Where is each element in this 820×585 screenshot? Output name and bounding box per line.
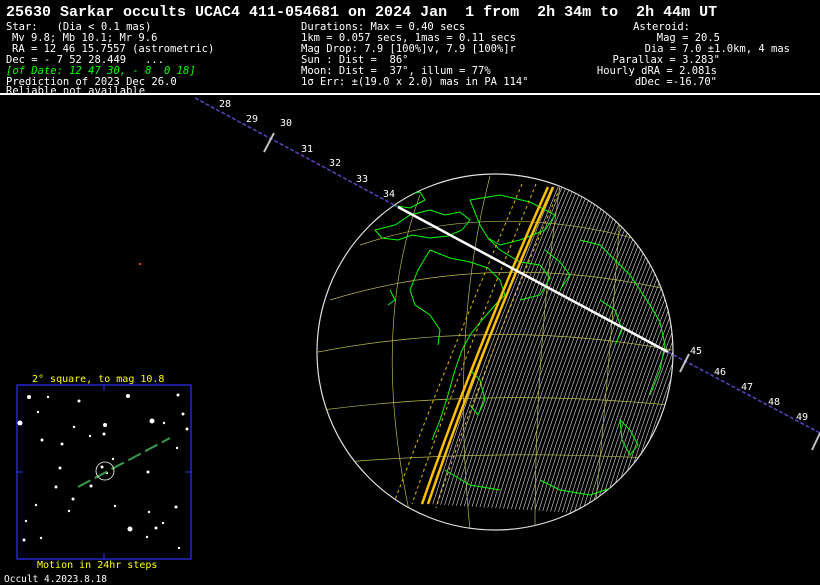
field-star [111, 457, 115, 461]
field-star [54, 485, 58, 489]
field-star [27, 395, 31, 399]
field-star [71, 497, 75, 501]
field-star [77, 399, 81, 403]
field-star [175, 446, 179, 450]
field-star [154, 526, 158, 530]
field-star [103, 423, 107, 427]
field-star [67, 509, 71, 513]
field-star [185, 427, 189, 431]
field-star [162, 421, 166, 425]
field-star [17, 420, 23, 426]
stray-marker [139, 263, 141, 265]
field-star [102, 432, 106, 436]
tick-label: 33 [356, 174, 368, 185]
field-star [89, 484, 93, 488]
field-star [145, 535, 149, 539]
tick-label: 31 [301, 144, 313, 155]
field-star [88, 434, 92, 438]
star-field-inset [16, 384, 192, 560]
inset-frame [16, 384, 192, 560]
field-star [161, 521, 165, 525]
globe-outline [316, 173, 674, 531]
tick-label: 29 [246, 114, 258, 125]
field-star [181, 412, 185, 416]
field-star [22, 538, 26, 542]
occultation-map: 28 29 30 31 32 33 34 45 46 47 48 49 [16, 97, 820, 560]
field-star [126, 394, 130, 398]
tick-label: 34 [383, 189, 395, 200]
software-version: Occult 4.2023.8.18 [4, 574, 107, 585]
field-star [177, 546, 181, 550]
field-star [147, 510, 151, 514]
field-star [60, 442, 64, 446]
field-star [24, 519, 28, 523]
field-star [149, 418, 155, 424]
tick-label: 47 [741, 382, 753, 393]
tick-label: 45 [690, 346, 702, 357]
field-star [39, 536, 43, 540]
tick-label: 48 [768, 397, 780, 408]
field-star [34, 503, 38, 507]
tick-label: 32 [329, 158, 341, 169]
inset-caption-top: 2° square, to mag 10.8 [32, 374, 165, 385]
field-star [36, 410, 40, 414]
tick-label: 28 [219, 99, 231, 110]
inset-caption-bottom: Motion in 24hr steps [37, 560, 158, 571]
field-star [100, 465, 104, 469]
field-star [146, 470, 150, 474]
tick-label: 49 [796, 412, 808, 423]
field-star [72, 425, 76, 429]
field-star [127, 526, 133, 532]
field-star [176, 393, 180, 397]
tick-label: 46 [714, 367, 726, 378]
field-star [113, 504, 117, 508]
field-star [40, 438, 44, 442]
tick-label: 30 [280, 118, 292, 129]
field-star [46, 395, 50, 399]
earth-globe [316, 173, 674, 531]
field-star [174, 505, 178, 509]
field-star [58, 466, 62, 470]
